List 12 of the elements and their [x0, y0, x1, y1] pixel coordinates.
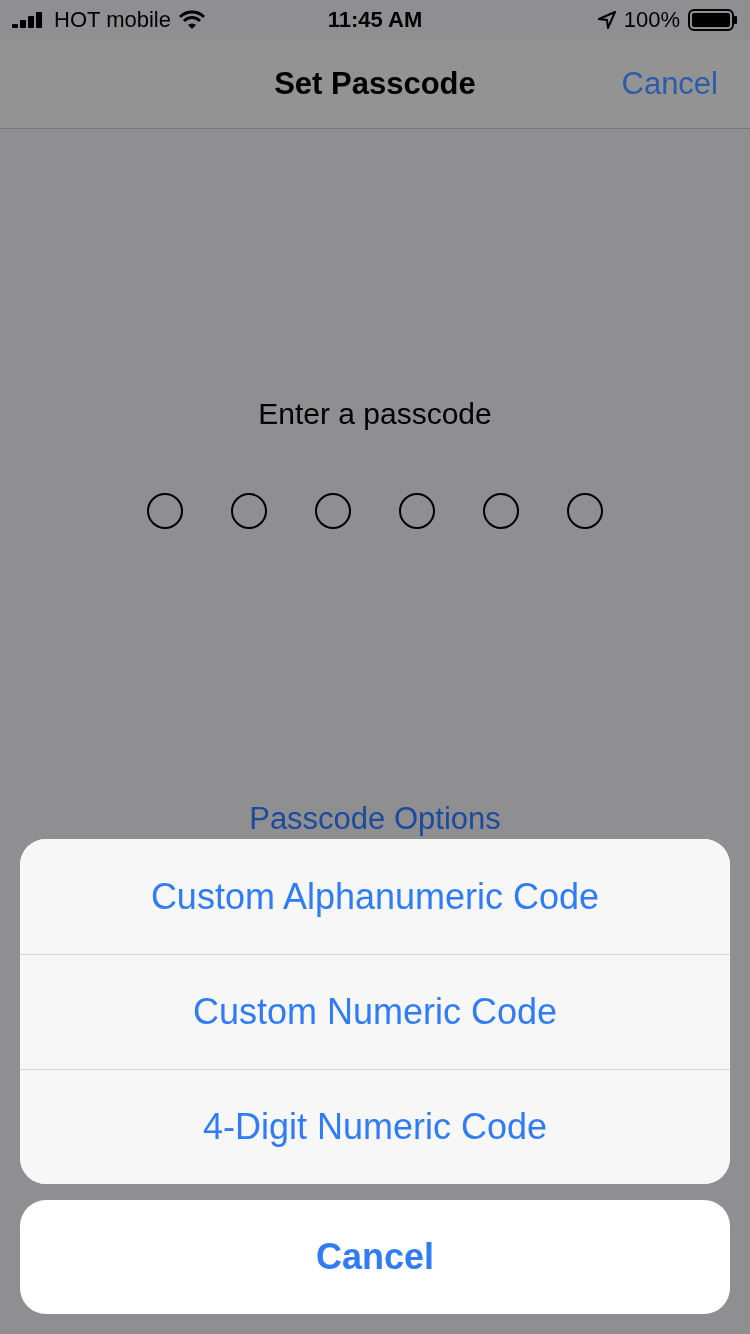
sheet-option[interactable]: 4-Digit Numeric Code: [20, 1069, 730, 1184]
carrier-name: HOT mobile: [54, 7, 171, 33]
sheet-cancel-button[interactable]: Cancel: [20, 1200, 730, 1314]
cancel-link[interactable]: Cancel: [621, 66, 718, 102]
battery-icon: [688, 9, 738, 31]
status-time: 11:45 AM: [327, 7, 423, 33]
passcode-prompt: Enter a passcode: [258, 397, 492, 431]
nav-title: Set Passcode: [274, 66, 476, 102]
passcode-options-link[interactable]: Passcode Options: [249, 801, 501, 837]
wifi-icon: [178, 10, 205, 30]
location-arrow-icon: [597, 11, 616, 29]
battery-percent: 100%: [623, 7, 680, 33]
